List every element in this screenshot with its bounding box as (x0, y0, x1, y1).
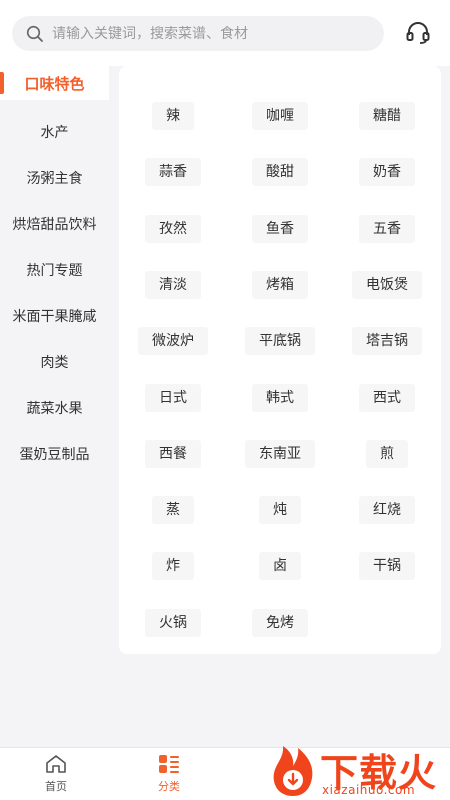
active-indicator (0, 72, 4, 94)
headset-icon[interactable] (405, 20, 431, 46)
tag-button[interactable]: 煎 (366, 439, 408, 468)
tag-button[interactable]: 免烤 (252, 608, 308, 637)
sidebar-item[interactable]: 米面干果腌咸 (0, 293, 109, 339)
tab-category[interactable]: 分类 (139, 754, 199, 798)
tag-button[interactable]: 平底锅 (245, 327, 315, 356)
tag-button[interactable]: 咖喱 (252, 102, 308, 130)
sidebar-item-label: 汤粥主食 (26, 171, 83, 187)
search-icon (26, 25, 43, 42)
sidebar-item-label: 水产 (40, 125, 69, 141)
watermark: 下载火 xiazaihuo.com (262, 740, 450, 800)
tag-button[interactable]: 干锅 (359, 552, 415, 581)
tag-button[interactable]: 孜然 (145, 214, 201, 243)
tab-home-label: 首页 (45, 780, 67, 793)
home-icon (46, 755, 66, 773)
sidebar-item-label: 肉类 (40, 355, 69, 371)
tag-button[interactable]: 韩式 (252, 383, 308, 412)
flame-logo-icon (273, 746, 313, 796)
sidebar-item[interactable]: 肉类 (0, 339, 109, 385)
tag-button[interactable]: 炸 (152, 552, 194, 581)
sidebar-item-label: 口味特色 (24, 74, 85, 93)
tab-category-label: 分类 (158, 780, 180, 793)
tag-button[interactable]: 卤 (259, 552, 301, 581)
sidebar-item-label: 蔬菜水果 (26, 401, 83, 417)
tab-home[interactable]: 首页 (26, 754, 86, 798)
tag-button[interactable]: 清淡 (145, 270, 201, 299)
tag-button[interactable]: 西式 (359, 383, 415, 412)
tag-button[interactable]: 糖醋 (359, 102, 415, 130)
tag-button[interactable]: 奶香 (359, 158, 415, 187)
sidebar-item[interactable]: 口味特色 (0, 66, 109, 100)
tag-button[interactable]: 酸甜 (252, 158, 308, 187)
sidebar-item[interactable]: 热门专题 (0, 247, 109, 293)
tag-button[interactable]: 蒜香 (145, 158, 201, 187)
sidebar-item[interactable]: 水产 (0, 109, 109, 155)
tag-button[interactable]: 东南亚 (245, 439, 315, 468)
tag-button[interactable]: 蒸 (152, 496, 194, 525)
watermark-url: xiazaihuo.com (322, 783, 416, 797)
sidebar-item-label: 米面干果腌咸 (12, 309, 97, 325)
sidebar-item[interactable]: 蛋奶豆制品 (0, 431, 109, 477)
tag-button[interactable]: 辣 (152, 102, 194, 130)
sidebar-item-label: 热门专题 (26, 263, 83, 279)
search-bar[interactable] (12, 16, 384, 51)
category-icon (159, 755, 179, 773)
category-sidebar: 口味特色水产汤粥主食烘焙甜品饮料 热门专题米面干果腌咸 肉类蔬菜水果蛋奶豆制品 (0, 66, 109, 747)
tag-button[interactable]: 塔吉锅 (352, 327, 422, 356)
sidebar-item[interactable]: 蔬菜水果 (0, 385, 109, 431)
sidebar-item-label: 蛋奶豆制品 (19, 447, 90, 463)
search-input[interactable] (52, 25, 352, 42)
tag-button[interactable]: 鱼香 (252, 214, 308, 243)
tag-button[interactable]: 烤箱 (252, 270, 308, 299)
tag-button[interactable]: 日式 (145, 383, 201, 412)
sidebar-item[interactable]: 烘焙甜品饮料 (0, 201, 109, 247)
sidebar-item[interactable]: 汤粥主食 (0, 155, 109, 201)
tag-panel: 辣 咖喱 糖醋蒜香 酸甜 奶香孜然 鱼香 五香清淡 烤箱 电饭煲微波炉 平底锅 塔吉锅日式 韩式 西式西… (119, 66, 441, 654)
tag-button[interactable]: 电饭煲 (352, 270, 422, 299)
tag-button[interactable]: 五香 (359, 214, 415, 243)
tag-button[interactable]: 炖 (259, 496, 301, 525)
top-bar (0, 0, 450, 66)
tag-button[interactable]: 西餐 (145, 439, 201, 468)
tag-button[interactable]: 火锅 (145, 608, 201, 637)
tag-button[interactable]: 微波炉 (138, 327, 208, 356)
tag-button[interactable]: 红烧 (359, 496, 415, 525)
sidebar-item-label: 烘焙甜品饮料 (12, 217, 97, 233)
